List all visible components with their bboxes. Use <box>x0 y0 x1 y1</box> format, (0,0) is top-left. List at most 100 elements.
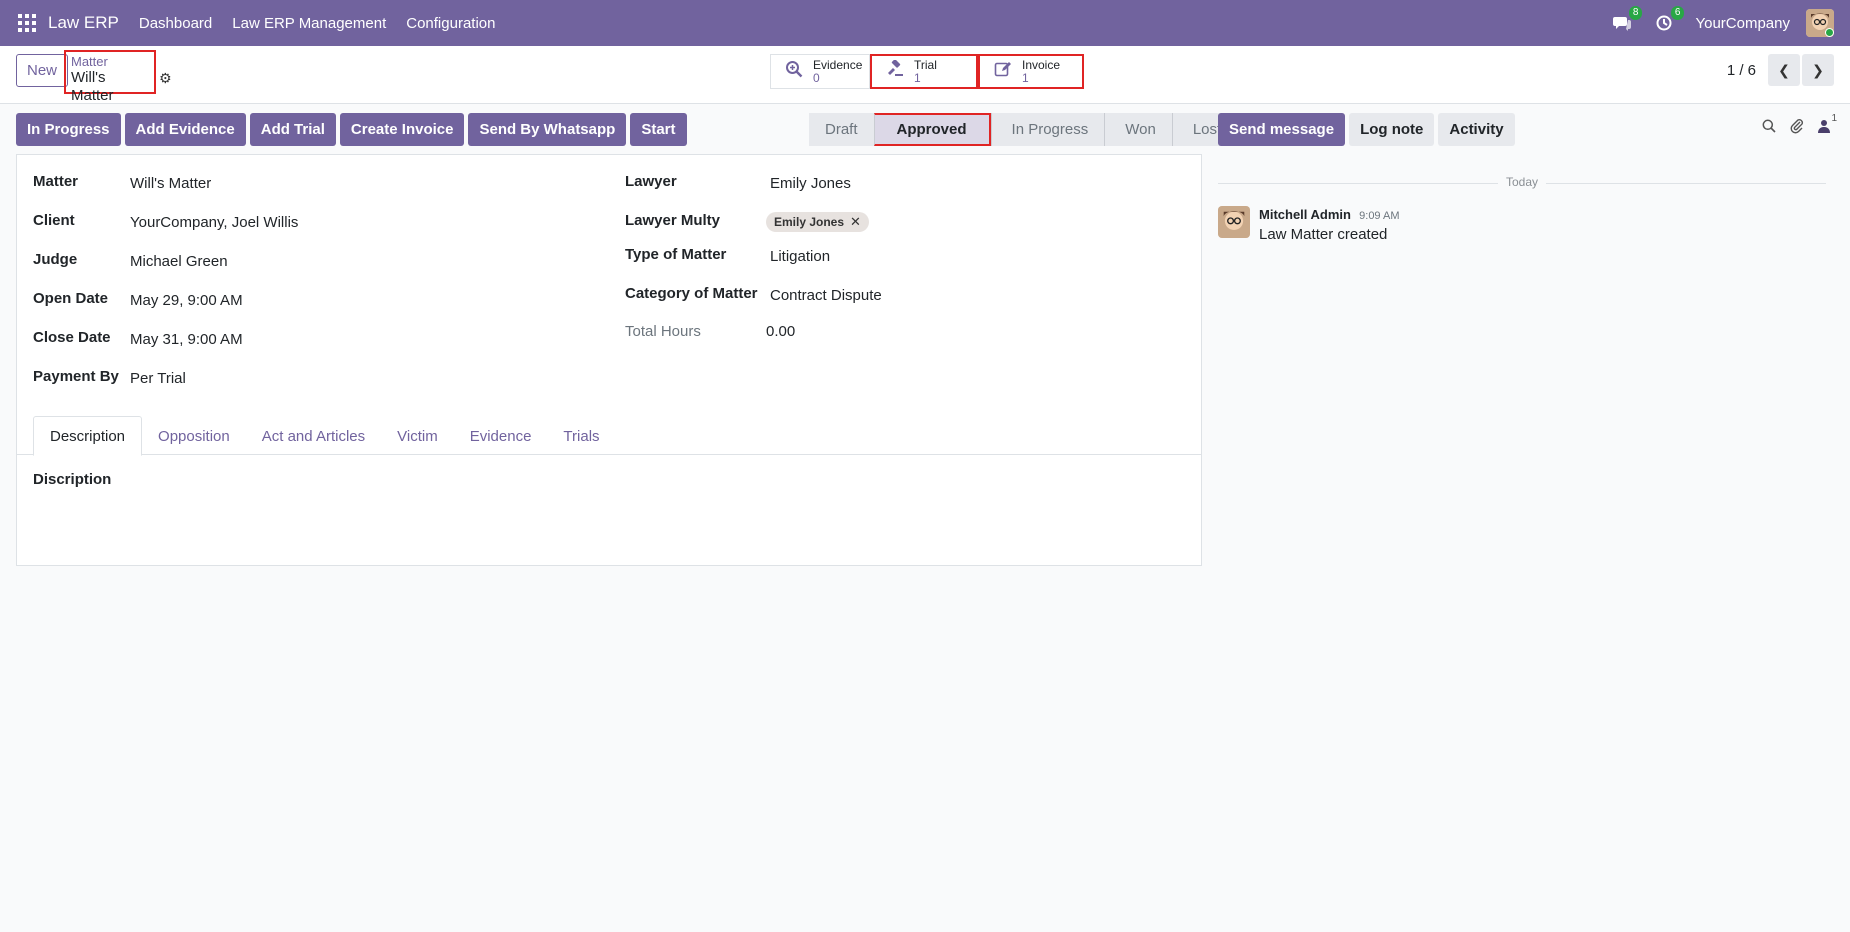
form-action-buttons: In Progress Add Evidence Add Trial Creat… <box>16 113 691 146</box>
tab-victim[interactable]: Victim <box>381 416 454 456</box>
stage-won[interactable]: Won <box>1104 113 1172 146</box>
tab-trials[interactable]: Trials <box>547 416 615 456</box>
trial-label: Trial <box>914 57 937 72</box>
judge-value[interactable]: Michael Green <box>130 251 228 270</box>
activity-button[interactable]: Activity <box>1438 113 1515 146</box>
followers-icon[interactable]: 1 <box>1818 113 1837 137</box>
stage-in-progress[interactable]: In Progress <box>990 113 1105 146</box>
payment-by-label: Payment By <box>33 368 119 385</box>
trial-count: 1 <box>914 70 921 85</box>
evidence-label: Evidence <box>813 57 863 72</box>
apps-grid-icon[interactable] <box>18 14 36 32</box>
create-invoice-button[interactable]: Create Invoice <box>339 113 465 146</box>
lawyer-multy-tag[interactable]: Emily Jones ✕ <box>766 212 869 232</box>
stage-approved[interactable]: Approved <box>873 113 991 146</box>
remove-tag-icon[interactable]: ✕ <box>850 214 861 230</box>
online-status-dot <box>1825 28 1834 37</box>
pager-previous-button[interactable]: ❮ <box>1768 54 1800 86</box>
type-of-matter-value[interactable]: Litigation <box>770 246 830 265</box>
lawyer-value[interactable]: Emily Jones <box>770 173 851 192</box>
author-avatar[interactable] <box>1218 206 1250 238</box>
user-avatar[interactable] <box>1806 9 1834 37</box>
form-sheet: Matter Will's Matter Client YourCompany,… <box>16 154 1202 566</box>
invoice-smart-button[interactable]: Invoice 1 <box>978 54 1084 89</box>
paperclip-icon[interactable] <box>1790 118 1804 138</box>
payment-by-value[interactable]: Per Trial <box>130 368 186 387</box>
new-button[interactable]: New <box>16 54 69 87</box>
search-icon[interactable] <box>1762 119 1776 137</box>
evidence-count: 0 <box>813 70 820 85</box>
activities-badge: 6 <box>1670 6 1685 20</box>
close-date-value[interactable]: May 31, 9:00 AM <box>130 329 243 348</box>
followers-count: 1 <box>1831 113 1837 124</box>
field-lawyer: Lawyer Emily Jones <box>625 173 851 192</box>
lawyer-multy-tag-label: Emily Jones <box>774 215 845 229</box>
edit-icon <box>990 60 1016 83</box>
company-switcher[interactable]: YourCompany <box>1695 15 1790 32</box>
field-total-hours: Total Hours 0.00 <box>625 323 795 340</box>
trial-smart-button[interactable]: Trial 1 <box>870 54 978 89</box>
field-judge: Judge Michael Green <box>33 251 228 270</box>
total-hours-value: 0.00 <box>766 323 796 340</box>
activity-clock-icon[interactable]: 6 <box>1653 6 1685 34</box>
breadcrumb-parent[interactable]: Matter <box>71 55 149 69</box>
message-author[interactable]: Mitchell Admin <box>1259 207 1351 222</box>
tab-description[interactable]: Description <box>33 416 143 456</box>
field-payment-by: Payment By Per Trial <box>33 368 186 387</box>
navbar-systray: 8 6 YourCompany <box>1611 0 1850 46</box>
menu-dashboard[interactable]: Dashboard <box>139 15 212 32</box>
field-type-of-matter: Type of Matter Litigation <box>625 246 830 265</box>
discription-field-label: Discription <box>33 471 112 488</box>
chevron-left-icon: ❮ <box>1778 61 1790 78</box>
app-brand[interactable]: Law ERP <box>48 13 119 33</box>
add-evidence-button[interactable]: Add Evidence <box>124 113 246 146</box>
send-message-button[interactable]: Send message <box>1218 113 1346 146</box>
field-client: Client YourCompany, Joel Willis <box>33 212 298 231</box>
stage-draft[interactable]: Draft <box>809 113 874 146</box>
chatter-message: Mitchell Admin 9:09 AM Law Matter create… <box>1218 206 1400 243</box>
pager: 1 / 6 ❮ ❯ <box>1727 54 1834 86</box>
send-by-whatsapp-button[interactable]: Send By Whatsapp <box>468 113 627 146</box>
open-date-label: Open Date <box>33 290 109 307</box>
log-note-button[interactable]: Log note <box>1349 113 1435 146</box>
date-separator: Today <box>1218 175 1826 191</box>
menu-law-erp-management[interactable]: Law ERP Management <box>232 15 386 32</box>
pager-value[interactable]: 1 / 6 <box>1727 62 1756 79</box>
messages-badge: 8 <box>1628 6 1643 20</box>
invoice-label: Invoice <box>1022 57 1061 72</box>
breadcrumb: Matter Will's Matter <box>64 50 156 104</box>
gavel-icon <box>882 59 908 83</box>
lawyer-label: Lawyer <box>625 173 677 190</box>
breadcrumb-current: Will's Matter <box>71 69 114 104</box>
type-of-matter-label: Type of Matter <box>625 246 727 263</box>
evidence-smart-button[interactable]: Evidence 0 <box>770 54 870 89</box>
client-value[interactable]: YourCompany, Joel Willis <box>130 212 298 231</box>
field-close-date: Close Date May 31, 9:00 AM <box>33 329 243 348</box>
field-category-of-matter: Category of Matter Contract Dispute <box>625 285 882 304</box>
pager-next-button[interactable]: ❯ <box>1802 54 1834 86</box>
start-button[interactable]: Start <box>630 113 687 146</box>
lawyer-multy-label: Lawyer Multy <box>625 212 721 229</box>
judge-label: Judge <box>33 251 78 268</box>
top-navbar: Law ERP Dashboard Law ERP Management Con… <box>0 0 1850 46</box>
field-lawyer-multy: Lawyer Multy Emily Jones ✕ <box>625 212 869 232</box>
tab-opposition[interactable]: Opposition <box>142 416 246 456</box>
tab-act-and-articles[interactable]: Act and Articles <box>246 416 381 456</box>
tab-evidence[interactable]: Evidence <box>454 416 548 456</box>
in-progress-button[interactable]: In Progress <box>16 113 121 146</box>
chatter-icons: 1 <box>1748 113 1837 138</box>
matter-label: Matter <box>33 173 79 190</box>
matter-value[interactable]: Will's Matter <box>130 173 211 192</box>
menu-configuration[interactable]: Configuration <box>406 15 495 32</box>
magnify-icon <box>781 60 807 83</box>
chatter-topbar: Send message Log note Activity <box>1218 113 1519 146</box>
open-date-value[interactable]: May 29, 9:00 AM <box>130 290 243 309</box>
category-of-matter-value[interactable]: Contract Dispute <box>770 285 882 304</box>
close-date-label: Close Date <box>33 329 111 346</box>
field-matter: Matter Will's Matter <box>33 173 211 192</box>
category-of-matter-label: Category of Matter <box>625 285 758 302</box>
statusbar: Draft Approved In Progress Won Lost <box>809 113 1238 146</box>
messages-icon[interactable]: 8 <box>1611 6 1643 34</box>
add-trial-button[interactable]: Add Trial <box>249 113 336 146</box>
gear-icon[interactable]: ⚙ <box>159 70 172 87</box>
